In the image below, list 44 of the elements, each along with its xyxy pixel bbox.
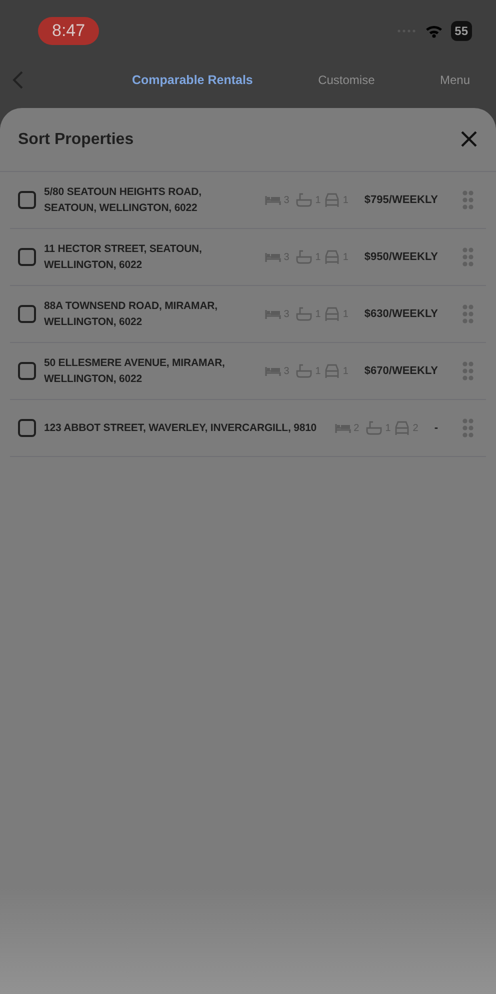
status-time: 8:47 bbox=[38, 17, 100, 45]
bath-icon bbox=[296, 249, 312, 265]
car-icon bbox=[324, 363, 340, 379]
checkbox[interactable] bbox=[18, 305, 36, 323]
drag-handle[interactable] bbox=[462, 304, 474, 324]
checkbox[interactable] bbox=[18, 362, 36, 380]
drag-handle[interactable] bbox=[462, 247, 474, 267]
nav-tab[interactable]: Comparable Rentals bbox=[132, 70, 253, 90]
property-address: 11 HECTOR STREET, SEATOUN, WELLINGTON, 6022 bbox=[44, 242, 203, 273]
drag-handle-icon bbox=[462, 361, 474, 381]
drag-handle[interactable] bbox=[462, 190, 474, 210]
checkbox[interactable] bbox=[18, 191, 36, 209]
property-price: $670/WEEKLY bbox=[364, 364, 438, 379]
car-icon bbox=[324, 192, 340, 208]
checkbox[interactable] bbox=[18, 248, 36, 266]
bath-icon bbox=[296, 363, 312, 379]
property-address: 5/80 SEATOUN HEIGHTS ROAD, SEATOUN, WELLINGTON, 6022 bbox=[44, 185, 202, 216]
bath-icon bbox=[366, 420, 382, 436]
property-address: 50 ELLESMERE AVENUE, MIRAMAR, WELLINGTON, 6022 bbox=[44, 356, 226, 387]
nav-tab[interactable]: Customise bbox=[318, 71, 375, 89]
drag-handle-icon bbox=[462, 304, 474, 324]
property-price: $795/WEEKLY bbox=[364, 192, 438, 208]
drag-handle-icon bbox=[462, 247, 474, 267]
property-address: 123 ABBOT STREET, WAVERLEY, INVERCARGILL, 9810 bbox=[44, 421, 318, 436]
drag-handle-icon bbox=[462, 418, 474, 438]
property-address: 88A TOWNSEND ROAD, MIRAMAR, WELLINGTON, 6022 bbox=[44, 299, 218, 330]
wifi-icon bbox=[424, 24, 443, 38]
checkbox[interactable] bbox=[18, 419, 36, 437]
bath-icon bbox=[296, 192, 312, 208]
drag-handle[interactable] bbox=[462, 361, 474, 381]
car-icon bbox=[324, 306, 340, 322]
property-price: $950/WEEKLY bbox=[364, 250, 438, 265]
bath-icon bbox=[296, 306, 312, 322]
back-icon bbox=[12, 70, 24, 90]
property-price: $630/WEEKLY bbox=[364, 306, 438, 322]
car-icon bbox=[324, 249, 340, 265]
drag-handle-icon bbox=[462, 190, 474, 210]
battery-level: 55 bbox=[450, 21, 472, 41]
sheet-title: Sort Properties bbox=[18, 130, 134, 150]
property-price: - bbox=[434, 420, 438, 436]
close-icon bbox=[460, 130, 478, 148]
nav-tab[interactable]: Menu bbox=[440, 71, 470, 89]
drag-handle[interactable] bbox=[462, 418, 474, 438]
car-icon bbox=[394, 420, 410, 436]
